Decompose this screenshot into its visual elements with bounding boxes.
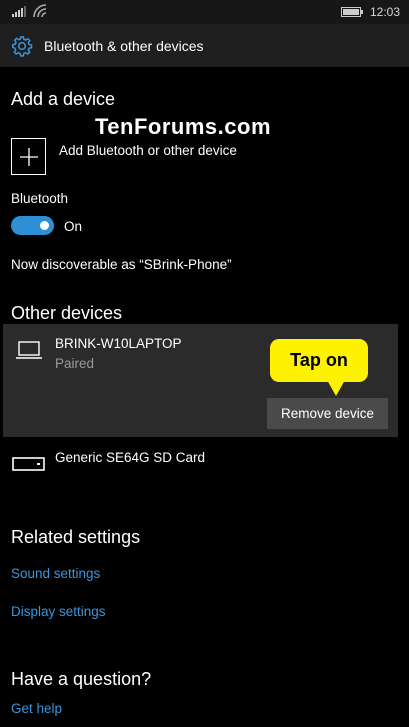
add-box[interactable]	[11, 138, 46, 175]
bluetooth-label: Bluetooth	[11, 191, 69, 206]
storage-icon	[12, 457, 45, 471]
callout-tap-on: Tap on	[270, 339, 368, 382]
device-name: Generic SE64G SD Card	[55, 450, 206, 465]
remove-device-button[interactable]: Remove device	[267, 398, 388, 429]
get-help-link[interactable]: Get help	[11, 701, 62, 716]
bluetooth-toggle[interactable]	[11, 216, 54, 235]
signal-strength-icon	[12, 6, 26, 17]
device-status: Paired	[55, 356, 95, 371]
battery-icon	[341, 7, 363, 17]
sound-settings-link[interactable]: Sound settings	[11, 566, 100, 581]
status-bar: 12:03	[0, 0, 409, 24]
related-settings-heading: Related settings	[11, 527, 141, 547]
other-devices-heading: Other devices	[11, 303, 123, 323]
plus-icon	[20, 148, 38, 166]
toggle-knob	[40, 221, 49, 230]
bluetooth-state: On	[64, 219, 83, 234]
device-name: BRINK-W10LAPTOP	[55, 336, 182, 351]
page-title: Bluetooth & other devices	[44, 38, 204, 54]
add-device-label: Add Bluetooth or other device	[59, 143, 237, 158]
add-device-heading: Add a device	[11, 89, 116, 109]
help-heading: Have a question?	[11, 669, 152, 689]
display-settings-link[interactable]: Display settings	[11, 604, 106, 619]
wifi-icon	[33, 4, 47, 18]
callout-pointer	[327, 380, 345, 396]
laptop-icon	[16, 341, 42, 359]
clock: 12:03	[370, 5, 401, 19]
title-bar: Bluetooth & other devices	[0, 24, 409, 67]
discoverable-text: Now discoverable as “SBrink-Phone”	[11, 257, 232, 272]
watermark-logo: TenForums.com	[95, 114, 272, 139]
gear-icon	[12, 36, 33, 57]
